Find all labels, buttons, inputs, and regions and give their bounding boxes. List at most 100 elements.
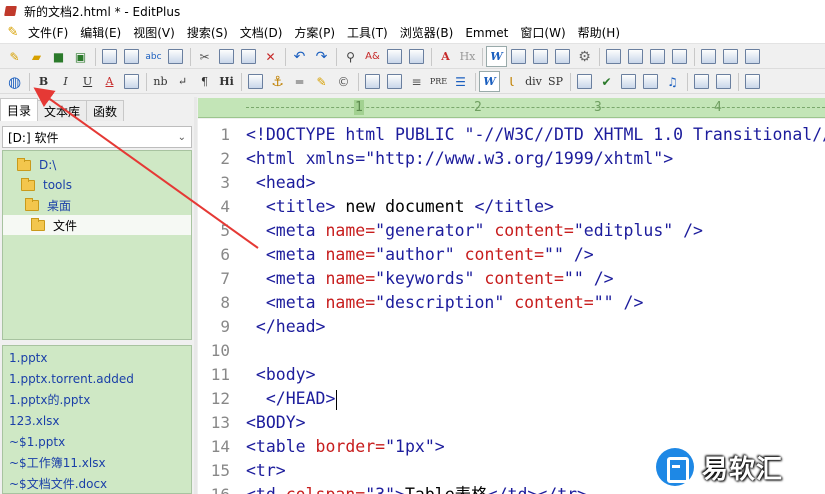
css-icon[interactable]: [574, 71, 595, 92]
toolbar-separator: [95, 47, 96, 66]
save-all-button[interactable]: ▣: [70, 46, 91, 67]
menu-tools[interactable]: 工具(T): [341, 22, 394, 44]
ruler-button[interactable]: [508, 46, 529, 67]
tool-1-icon[interactable]: [698, 46, 719, 67]
folder-item-desktop[interactable]: 桌面: [25, 195, 71, 215]
heading-x-button[interactable]: Hx: [457, 46, 478, 67]
video-icon[interactable]: [640, 71, 661, 92]
font-size-button[interactable]: A: [435, 46, 456, 67]
menu-window[interactable]: 窗口(W): [514, 22, 571, 44]
align-center-icon[interactable]: ≡: [406, 71, 427, 92]
drive-select[interactable]: [D:] 软件 ⌄: [2, 126, 192, 148]
file-item[interactable]: 1.pptx: [9, 348, 48, 368]
pre-button[interactable]: PRE: [428, 71, 449, 92]
copy-icon[interactable]: [216, 46, 237, 67]
folder-item-files[interactable]: 文件: [3, 215, 191, 235]
code-line: <td colspan="3">Table表格</td></tr>: [246, 483, 587, 494]
script-icon[interactable]: Ꙇ: [501, 71, 522, 92]
span-button[interactable]: SP: [545, 71, 566, 92]
folder-item-tools[interactable]: tools: [21, 175, 72, 195]
file-item[interactable]: 123.xlsx: [9, 411, 60, 431]
menu-edit[interactable]: 编辑(E): [74, 22, 127, 44]
heading-button[interactable]: Hi: [216, 71, 237, 92]
cut-icon[interactable]: ✂: [194, 46, 215, 67]
music-icon[interactable]: ♫: [662, 71, 683, 92]
file-item[interactable]: 1.pptx.torrent.added: [9, 369, 134, 389]
underline-button[interactable]: U: [77, 71, 98, 92]
color-picker-icon[interactable]: [121, 71, 142, 92]
output-window-icon[interactable]: [625, 46, 646, 67]
print-preview-button[interactable]: [99, 46, 120, 67]
form-icon[interactable]: [384, 71, 405, 92]
italic-button[interactable]: I: [55, 71, 76, 92]
menu-document[interactable]: 文档(D): [234, 22, 289, 44]
menu-project[interactable]: 方案(P): [288, 22, 341, 44]
tab-cliptext[interactable]: 文本库: [37, 100, 88, 121]
toolbar-separator: [482, 47, 483, 66]
anchor-icon[interactable]: ⚓: [267, 71, 288, 92]
image-icon[interactable]: [245, 71, 266, 92]
div-button[interactable]: div: [523, 71, 544, 92]
paragraph-button[interactable]: ¶: [194, 71, 215, 92]
word-wrap-button[interactable]: W: [486, 46, 507, 67]
menu-view[interactable]: 视图(V): [127, 22, 181, 44]
undo-icon[interactable]: ↶: [289, 46, 310, 67]
html-tool-1-icon[interactable]: [691, 71, 712, 92]
list-icon[interactable]: ☰: [450, 71, 471, 92]
code-editor[interactable]: 12345678910111213141516 <!DOCTYPE html P…: [198, 119, 825, 494]
menu-file[interactable]: 文件(F): [22, 22, 74, 44]
html-tool-3-icon[interactable]: [742, 71, 763, 92]
file-item[interactable]: ~$1.pptx: [9, 432, 65, 452]
table-icon[interactable]: [362, 71, 383, 92]
open-folder-button[interactable]: ▰: [26, 46, 47, 67]
html-tool-2-icon[interactable]: [713, 71, 734, 92]
file-item[interactable]: ~$工作簿11.xlsx: [9, 453, 106, 473]
tool-3-icon[interactable]: [742, 46, 763, 67]
save-button[interactable]: ■: [48, 46, 69, 67]
toolbar-separator: [694, 47, 695, 66]
color-palette-icon[interactable]: [618, 71, 639, 92]
column-select-button[interactable]: [552, 46, 573, 67]
refresh-button[interactable]: [165, 46, 186, 67]
file-item[interactable]: ~$文档文件.docx: [9, 474, 107, 494]
line-number-button[interactable]: [530, 46, 551, 67]
menu-help[interactable]: 帮助(H): [572, 22, 626, 44]
window-list-icon[interactable]: [603, 46, 624, 67]
delete-icon[interactable]: ✕: [260, 46, 281, 67]
file-item[interactable]: 1.pptx的.pptx: [9, 390, 90, 410]
horizontal-rule-icon[interactable]: ═: [289, 71, 310, 92]
goto-line-icon[interactable]: [406, 46, 427, 67]
line-break-button[interactable]: ↵: [172, 71, 193, 92]
w3-button[interactable]: W: [479, 71, 500, 92]
panel-splitter[interactable]: [194, 97, 197, 494]
settings-gear-icon[interactable]: ⚙: [574, 46, 595, 67]
print-button[interactable]: [121, 46, 142, 67]
browser-preview-globe-icon[interactable]: ◍: [4, 71, 25, 92]
line-number: 1: [220, 125, 230, 144]
tab-directory[interactable]: 目录: [0, 98, 39, 121]
directory-icon[interactable]: [669, 46, 690, 67]
menu-browser[interactable]: 浏览器(B): [394, 22, 460, 44]
cliptext-icon[interactable]: [647, 46, 668, 67]
highlighter-icon[interactable]: ✎: [311, 71, 332, 92]
tab-functions[interactable]: 函数: [86, 100, 125, 121]
paste-icon[interactable]: [238, 46, 259, 67]
special-char-icon[interactable]: ©: [333, 71, 354, 92]
replace-icon[interactable]: A&: [362, 46, 383, 67]
bold-button[interactable]: B: [33, 71, 54, 92]
tool-2-icon[interactable]: [720, 46, 741, 67]
new-file-button[interactable]: ✎: [4, 46, 25, 67]
editplus-logo-icon: [4, 4, 18, 18]
spell-check-button[interactable]: abc: [143, 46, 164, 67]
window-title: 新的文档2.html * - EditPlus: [24, 4, 181, 19]
menu-emmet[interactable]: Emmet: [459, 22, 514, 44]
find-icon[interactable]: ⚲: [340, 46, 361, 67]
menu-search[interactable]: 搜索(S): [181, 22, 234, 44]
font-color-button[interactable]: A: [99, 71, 120, 92]
find-in-files-icon[interactable]: [384, 46, 405, 67]
nbsp-button[interactable]: nb: [150, 71, 171, 92]
validate-check-icon[interactable]: ✔: [596, 71, 617, 92]
line-number-gutter: 12345678910111213141516: [198, 119, 238, 494]
redo-icon[interactable]: ↷: [311, 46, 332, 67]
folder-item-d-drive[interactable]: D:\: [17, 155, 56, 175]
